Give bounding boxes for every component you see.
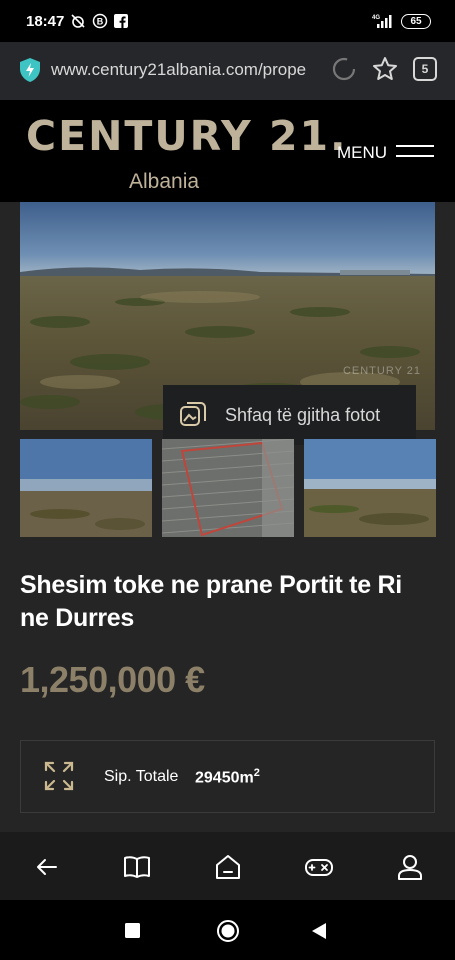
- area-label: Sip. Totale: [104, 768, 179, 785]
- show-all-photos-button[interactable]: Shfaq të gjitha fotot: [163, 385, 416, 445]
- browser-toolbar: www.century21albania.com/prope 5: [0, 42, 455, 100]
- photo-gallery-icon: [180, 402, 206, 426]
- listing-price: 1,250,000 €: [20, 659, 205, 700]
- signal-icon: 4G: [372, 15, 392, 28]
- photo-watermark: CENTURY 21: [342, 365, 421, 377]
- gallery-thumbnail[interactable]: [162, 439, 294, 537]
- svg-text:B: B: [97, 17, 104, 27]
- site-header: CENTURY 21. Albania MENU: [0, 100, 455, 202]
- profile-icon[interactable]: [395, 852, 425, 882]
- area-value: 29450m2: [195, 767, 260, 787]
- gallery-thumbnail[interactable]: [20, 439, 152, 537]
- area-info-box: Sip. Totale 29450m2: [20, 740, 435, 813]
- logo-subtitle: Albania: [129, 170, 200, 193]
- gamepad-icon[interactable]: [304, 852, 334, 882]
- recents-square-icon[interactable]: [125, 923, 140, 938]
- system-navigation-bar: [0, 900, 455, 960]
- listing-title: Shesim toke ne prane Portit te Ri ne Dur…: [20, 571, 402, 632]
- show-all-photos-label: Shfaq të gjitha fotot: [225, 404, 381, 425]
- svg-text:4G: 4G: [372, 15, 380, 21]
- facebook-icon: [114, 14, 128, 28]
- back-arrow-icon[interactable]: [32, 852, 62, 882]
- century21-logo[interactable]: CENTURY 21.: [26, 112, 348, 160]
- expand-area-icon: [44, 761, 74, 791]
- tab-switcher-button[interactable]: 5: [413, 57, 437, 81]
- listing-content: CENTURY 21 Shfaq të gjitha fotot Shesim …: [0, 202, 455, 832]
- url-field[interactable]: www.century21albania.com/prope: [51, 60, 317, 80]
- notification-icons: B: [70, 13, 128, 29]
- battery-indicator: 65: [401, 13, 431, 29]
- system-status: 4G 65: [371, 13, 431, 29]
- bookmark-star-icon[interactable]: [371, 55, 399, 83]
- menu-label[interactable]: MENU: [337, 143, 387, 163]
- book-icon[interactable]: [122, 852, 152, 882]
- b-app-icon: B: [92, 13, 108, 29]
- alarm-off-icon: [71, 14, 85, 28]
- status-bar: 18:47 B 4G 65: [0, 0, 455, 42]
- hamburger-menu-icon[interactable]: [396, 145, 436, 161]
- secure-shield-icon[interactable]: [18, 57, 42, 83]
- browser-bottom-nav: [0, 832, 455, 900]
- home-icon[interactable]: [213, 852, 243, 882]
- status-time: 18:47: [26, 13, 65, 30]
- home-circle-icon[interactable]: [216, 919, 240, 943]
- back-triangle-icon[interactable]: [311, 922, 327, 940]
- gallery-thumbnail[interactable]: [304, 439, 436, 537]
- loading-icon[interactable]: [331, 56, 357, 82]
